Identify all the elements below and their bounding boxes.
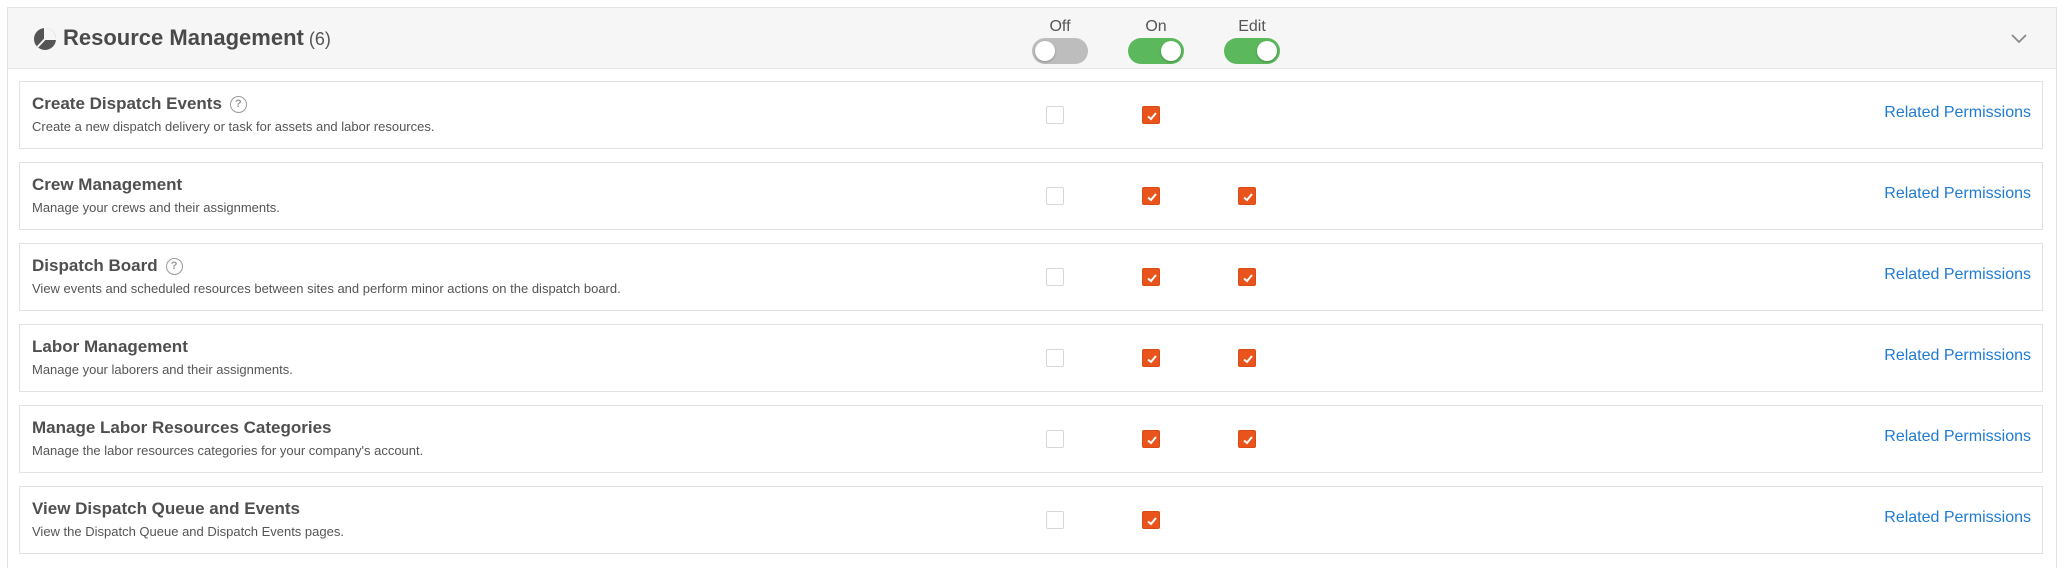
- related-permissions-link[interactable]: Related Permissions: [1884, 104, 2031, 122]
- checkbox-off[interactable]: [1046, 349, 1064, 367]
- toggle-off-all[interactable]: [1032, 38, 1088, 64]
- permission-row: Create Dispatch Events? Create a new disp…: [19, 81, 2043, 149]
- checkbox-edit[interactable]: [1238, 349, 1256, 367]
- section-title-text: Resource Management: [63, 25, 304, 50]
- permission-description: Manage your laborers and their assignmen…: [32, 362, 293, 377]
- checkbox-off[interactable]: [1046, 511, 1064, 529]
- section-title: Resource Management (6): [63, 25, 331, 51]
- checkmark-icon: [1243, 355, 1253, 364]
- help-icon[interactable]: ?: [165, 257, 183, 275]
- toggle-knob: [1161, 41, 1181, 61]
- related-permissions-link[interactable]: Related Permissions: [1884, 347, 2031, 365]
- related-permissions-link[interactable]: Related Permissions: [1884, 266, 2031, 284]
- permission-title-text: Labor Management: [32, 337, 188, 356]
- permission-title: Create Dispatch Events?: [32, 94, 247, 114]
- permission-title-text: Manage Labor Resources Categories: [32, 418, 332, 437]
- permission-title: Dispatch Board?: [32, 256, 183, 276]
- checkbox-off[interactable]: [1046, 106, 1064, 124]
- toggle-knob: [1257, 41, 1277, 61]
- checkmark-icon: [1147, 517, 1157, 526]
- permission-description: View the Dispatch Queue and Dispatch Eve…: [32, 524, 344, 539]
- permission-title: View Dispatch Queue and Events: [32, 499, 300, 519]
- checkmark-icon: [1147, 274, 1157, 283]
- related-permissions-link[interactable]: Related Permissions: [1884, 428, 2031, 446]
- checkmark-icon: [1147, 355, 1157, 364]
- section-header[interactable]: Resource Management (6) Off On Edit: [8, 8, 2056, 69]
- toggle-on-all[interactable]: [1128, 38, 1184, 64]
- column-header-on: On: [1145, 18, 1167, 35]
- permission-row: Crew Management Manage your crews and the…: [19, 162, 2043, 230]
- pie-chart-icon: [34, 28, 56, 50]
- checkbox-on[interactable]: [1142, 511, 1160, 529]
- permission-row: Manage Labor Resources Categories Manage …: [19, 405, 2043, 473]
- checkbox-on[interactable]: [1142, 349, 1160, 367]
- permission-row: Labor Management Manage your laborers and…: [19, 324, 2043, 392]
- permission-description: Manage the labor resources categories fo…: [32, 443, 424, 458]
- checkbox-edit[interactable]: [1238, 430, 1256, 448]
- column-header-off: Off: [1049, 18, 1071, 35]
- checkbox-off[interactable]: [1046, 187, 1064, 205]
- permission-title-text: Create Dispatch Events: [32, 94, 222, 113]
- permission-title: Labor Management: [32, 337, 188, 357]
- checkbox-on[interactable]: [1142, 268, 1160, 286]
- permission-description: Create a new dispatch delivery or task f…: [32, 119, 435, 134]
- related-permissions-link[interactable]: Related Permissions: [1884, 509, 2031, 527]
- checkbox-off[interactable]: [1046, 268, 1064, 286]
- checkmark-icon: [1243, 193, 1253, 202]
- help-icon[interactable]: ?: [229, 95, 247, 113]
- resource-management-panel: Resource Management (6) Off On Edit Creat…: [7, 7, 2057, 568]
- checkbox-on[interactable]: [1142, 430, 1160, 448]
- permission-title-text: Dispatch Board: [32, 256, 158, 275]
- toggle-edit-all[interactable]: [1224, 38, 1280, 64]
- permission-description: Manage your crews and their assignments.: [32, 200, 280, 215]
- checkbox-on[interactable]: [1142, 187, 1160, 205]
- chevron-down-icon[interactable]: [2010, 33, 2028, 45]
- checkbox-edit[interactable]: [1238, 268, 1256, 286]
- checkmark-icon: [1243, 436, 1253, 445]
- checkmark-icon: [1147, 112, 1157, 121]
- permission-title-text: View Dispatch Queue and Events: [32, 499, 300, 518]
- permission-title-text: Crew Management: [32, 175, 183, 194]
- permission-title: Crew Management: [32, 175, 182, 195]
- checkmark-icon: [1147, 436, 1157, 445]
- checkbox-on[interactable]: [1142, 106, 1160, 124]
- related-permissions-link[interactable]: Related Permissions: [1884, 185, 2031, 203]
- checkmark-icon: [1147, 193, 1157, 202]
- column-header-edit: Edit: [1238, 18, 1266, 35]
- toggle-knob: [1035, 41, 1055, 61]
- section-count: (6): [308, 29, 331, 49]
- permission-row: Dispatch Board? View events and scheduled…: [19, 243, 2043, 311]
- checkbox-edit[interactable]: [1238, 187, 1256, 205]
- checkbox-off[interactable]: [1046, 430, 1064, 448]
- checkmark-icon: [1243, 274, 1253, 283]
- permission-title: Manage Labor Resources Categories: [32, 418, 331, 438]
- permission-row: View Dispatch Queue and Events View the D…: [19, 486, 2043, 554]
- permission-description: View events and scheduled resources betw…: [32, 281, 621, 296]
